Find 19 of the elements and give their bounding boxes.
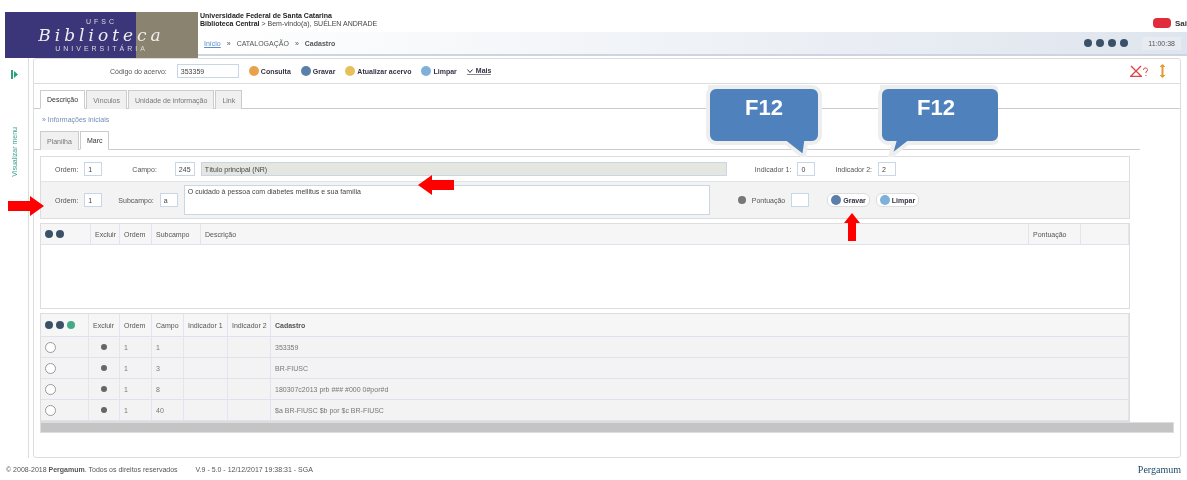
pointer-arrow <box>418 175 454 195</box>
resize-icon[interactable] <box>1159 64 1166 78</box>
row-radio[interactable] <box>45 362 56 374</box>
delete-icon[interactable] <box>101 365 107 371</box>
row-radio[interactable] <box>45 404 56 416</box>
delete-icon[interactable] <box>101 386 107 392</box>
scrollbar[interactable] <box>40 422 1174 433</box>
logout-button[interactable]: Sai <box>1153 18 1187 28</box>
expand-icon[interactable] <box>10 70 18 79</box>
chevron-down-icon <box>466 69 473 73</box>
row-radio[interactable] <box>45 383 56 395</box>
delete-icon[interactable] <box>101 407 107 413</box>
pointer-arrow <box>844 213 860 241</box>
delete-icon[interactable] <box>101 344 107 350</box>
row-radio[interactable] <box>45 341 56 353</box>
brand-logo: Pergamum <box>1137 463 1181 475</box>
delete-help-icon[interactable] <box>1129 65 1149 77</box>
input-field[interactable] <box>791 193 810 207</box>
pointer-arrow <box>8 196 44 216</box>
